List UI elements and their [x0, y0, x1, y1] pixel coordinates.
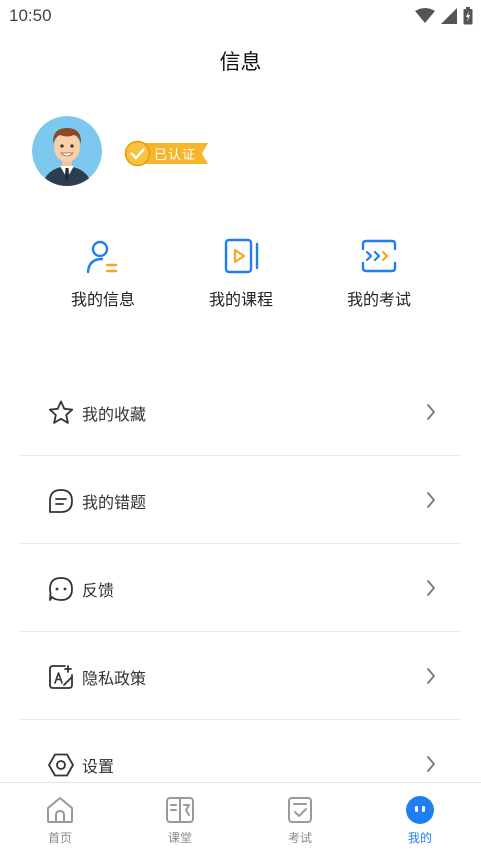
menu-item-feedback[interactable]: 反馈	[19, 544, 462, 632]
privacy-icon	[49, 665, 73, 689]
tab-classroom-label: 课堂	[167, 831, 192, 845]
wrong-question-icon	[49, 489, 73, 513]
tab-classroom[interactable]: 课堂	[120, 783, 240, 856]
shortcut-my-info[interactable]: 我的信息	[33, 236, 173, 310]
tab-mine-label: 我的	[407, 831, 432, 845]
status-time: 10:50	[9, 6, 52, 25]
menu-item-privacy[interactable]: 隐私政策	[19, 632, 462, 720]
avatar[interactable]	[32, 116, 102, 186]
menu-item-label: 隐私政策	[82, 669, 147, 688]
tab-exam-label: 考试	[287, 831, 312, 845]
verified-badge: 已认证	[124, 140, 210, 167]
exam-tab-icon	[288, 797, 312, 823]
chevron-right-icon	[427, 756, 435, 772]
course-icon	[224, 238, 259, 274]
shortcut-my-info-label: 我的信息	[70, 290, 135, 309]
menu-list: 我的收藏 我的错题 反馈 隐私政策 设置	[19, 368, 462, 808]
status-bar: 10:50	[0, 0, 481, 34]
chevron-right-icon	[427, 580, 435, 596]
user-info-icon	[86, 240, 118, 274]
tab-home[interactable]: 首页	[0, 783, 120, 856]
home-icon	[47, 797, 73, 823]
tab-home-label: 首页	[47, 831, 72, 845]
classroom-icon	[166, 797, 194, 823]
wifi-icon	[415, 8, 435, 23]
shortcut-my-exams[interactable]: 我的考试	[309, 236, 449, 310]
menu-item-label: 我的错题	[82, 493, 147, 512]
battery-icon	[463, 7, 473, 25]
tab-exam[interactable]: 考试	[240, 783, 360, 856]
chevron-right-icon	[427, 668, 435, 684]
star-icon	[48, 400, 74, 424]
signal-icon	[441, 8, 457, 24]
status-icons	[415, 7, 473, 25]
feedback-icon	[49, 577, 73, 601]
mine-icon	[406, 796, 434, 824]
chevron-right-icon	[427, 404, 435, 420]
settings-icon	[48, 753, 74, 777]
menu-item-wrong-questions[interactable]: 我的错题	[19, 456, 462, 544]
shortcut-my-exams-label: 我的考试	[346, 290, 411, 309]
menu-item-label: 反馈	[82, 581, 115, 600]
menu-item-favorites[interactable]: 我的收藏	[19, 368, 462, 456]
shortcut-my-courses[interactable]: 我的课程	[171, 236, 311, 310]
chevron-right-icon	[427, 492, 435, 508]
bottom-tab-bar: 首页 课堂 考试 我的	[0, 782, 481, 856]
verified-badge-label: 已认证	[154, 148, 197, 163]
shortcut-my-courses-label: 我的课程	[208, 290, 273, 309]
menu-item-label: 设置	[82, 757, 115, 776]
tab-mine[interactable]: 我的	[360, 783, 480, 856]
menu-item-label: 我的收藏	[82, 405, 147, 424]
page-title: 信息	[219, 50, 262, 74]
exam-icon	[361, 239, 397, 273]
